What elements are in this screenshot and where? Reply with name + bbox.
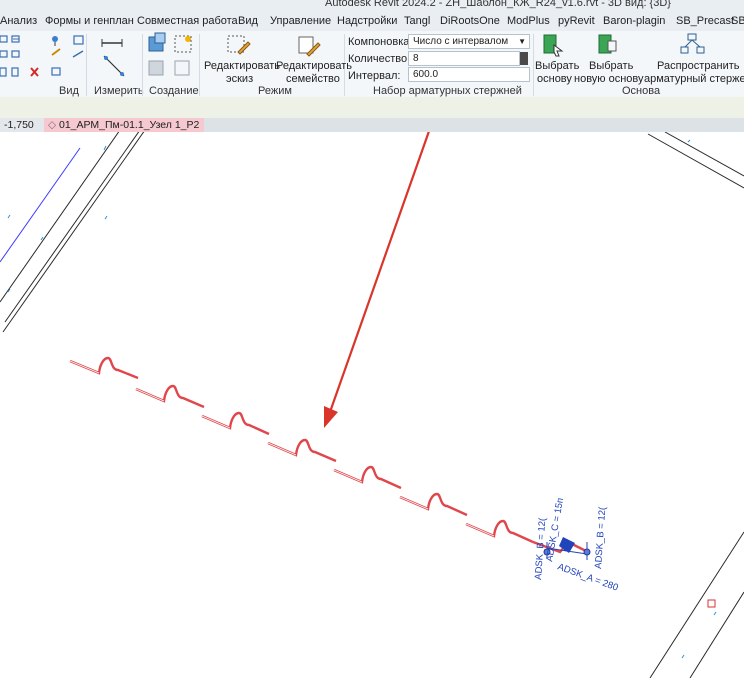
view-tools-icons[interactable] [51, 35, 84, 76]
edit-sketch-label[interactable]: Редактировать [204, 60, 280, 72]
quantity-label: Количество: [348, 53, 411, 65]
create-icons[interactable] [148, 32, 192, 76]
tab-manage[interactable]: Управление [270, 15, 331, 27]
tab-collaborate[interactable]: Совместная работа [137, 15, 238, 27]
tab-addins[interactable]: Надстройки [337, 15, 397, 27]
layout-value: Число с интервалом [413, 36, 509, 47]
panel-view-label: Вид [59, 85, 79, 97]
quantity-field[interactable]: 8 [408, 51, 520, 66]
tab-modplus[interactable]: ModPlus [507, 15, 550, 27]
tab-sb-precast[interactable]: SB_Precast [676, 15, 734, 27]
annotation-arrow [324, 132, 430, 428]
interval-label: Интервал: [348, 70, 401, 82]
tab-baron-plagin[interactable]: Baron-plagin [603, 15, 665, 27]
propagate-rebar-label[interactable]: Распространить [657, 60, 740, 72]
view-tab-active-label: 01_АРМ_Пм-01.1_Узел 1_Р2 [59, 119, 200, 131]
panel-separator [533, 34, 534, 96]
pick-new-host-icon[interactable] [596, 33, 620, 57]
context-mode-bar [0, 97, 744, 119]
view-tab-icon: ◇ [48, 119, 57, 131]
title-bar: Autodesk Revit 2024.2 - ZH_Шаблон_КЖ_R24… [0, 0, 744, 12]
tab-massing-site[interactable]: Формы и генплан [45, 15, 134, 27]
pick-new-host-label-2[interactable]: новую основу [574, 73, 644, 85]
edit-family-label[interactable]: Редактировать [276, 60, 352, 72]
edit-family-icon[interactable] [297, 34, 323, 58]
view-tab-level-label: -1,750 [4, 119, 34, 131]
view-tabs-bar: -1,750 ◇ 01_АРМ_Пм-01.1_Узел 1_Р2 [0, 118, 744, 132]
edit-sketch-label-2[interactable]: эскиз [226, 73, 253, 85]
view-tab-level[interactable]: -1,750 [0, 118, 44, 132]
concrete-edges-right [647, 132, 744, 678]
dimension-label-b-right: ADSK_B = 12( [593, 506, 608, 569]
ribbon-tab-bar: Анализ Формы и генплан Совместная работа… [0, 12, 744, 32]
interval-value: 600.0 [413, 69, 439, 80]
window-title: Autodesk Revit 2024.2 - ZH_Шаблон_КЖ_R24… [325, 0, 671, 9]
tab-analysis[interactable]: Анализ [0, 15, 37, 27]
rebar-set[interactable] [69, 356, 589, 554]
tab-pyrevit[interactable]: pyRevit [558, 15, 595, 27]
dimension-label-a: ADSK_A = 280 [556, 561, 620, 593]
panel-separator [199, 34, 200, 96]
ribbon-small-tools [0, 32, 192, 77]
pick-host-label[interactable]: Выбрать [535, 60, 579, 72]
tab-view[interactable]: Вид [238, 15, 258, 27]
edit-sketch-icon[interactable] [226, 34, 252, 58]
propagate-rebar-icon[interactable] [680, 33, 706, 57]
pick-host-label-2[interactable]: основу [537, 73, 572, 85]
panel-mode-label: Режим [258, 85, 292, 97]
panel-create-label: Создание [149, 85, 199, 97]
pick-host-icon[interactable] [541, 33, 565, 57]
panel-separator [86, 34, 87, 96]
propagate-rebar-label-2[interactable]: арматурный стержень [644, 73, 744, 85]
pick-new-host-label[interactable]: Выбрать [589, 60, 633, 72]
tab-dirootsone[interactable]: DiRootsOne [440, 15, 500, 27]
hidden-markers-right [681, 139, 717, 659]
panel-host-label: Основа [622, 85, 661, 97]
chevron-down-icon: ▼ [518, 37, 526, 46]
view-tab-active[interactable]: ◇ 01_АРМ_Пм-01.1_Узел 1_Р2 [44, 118, 204, 132]
modify-tools-icons[interactable] [0, 35, 39, 77]
panel-separator [142, 34, 143, 96]
tab-sb[interactable]: SB [731, 15, 744, 27]
tab-tangl[interactable]: Tangl [404, 15, 430, 27]
measure-icon[interactable] [101, 39, 125, 77]
panel-rebar-set-label: Набор арматурных стержней [373, 85, 522, 97]
quantity-spinner[interactable] [520, 52, 528, 65]
viewport-3d[interactable]: ADSK_B = 12( ADSK_C = 15п ADSK_A = 280 A… [0, 132, 744, 678]
viewport-canvas: ADSK_B = 12( ADSK_C = 15п ADSK_A = 280 A… [0, 132, 744, 678]
layout-select[interactable]: Число с интервалом ▼ [408, 34, 530, 49]
edit-family-label-2[interactable]: семейство [286, 73, 340, 85]
interval-field[interactable]: 600.0 [408, 67, 530, 82]
quantity-value: 8 [413, 53, 419, 64]
concrete-edges-left [0, 132, 145, 333]
layout-label: Компоновка: [348, 36, 413, 48]
section-marker [707, 599, 716, 608]
panel-measure-label: Измерить [94, 85, 144, 97]
